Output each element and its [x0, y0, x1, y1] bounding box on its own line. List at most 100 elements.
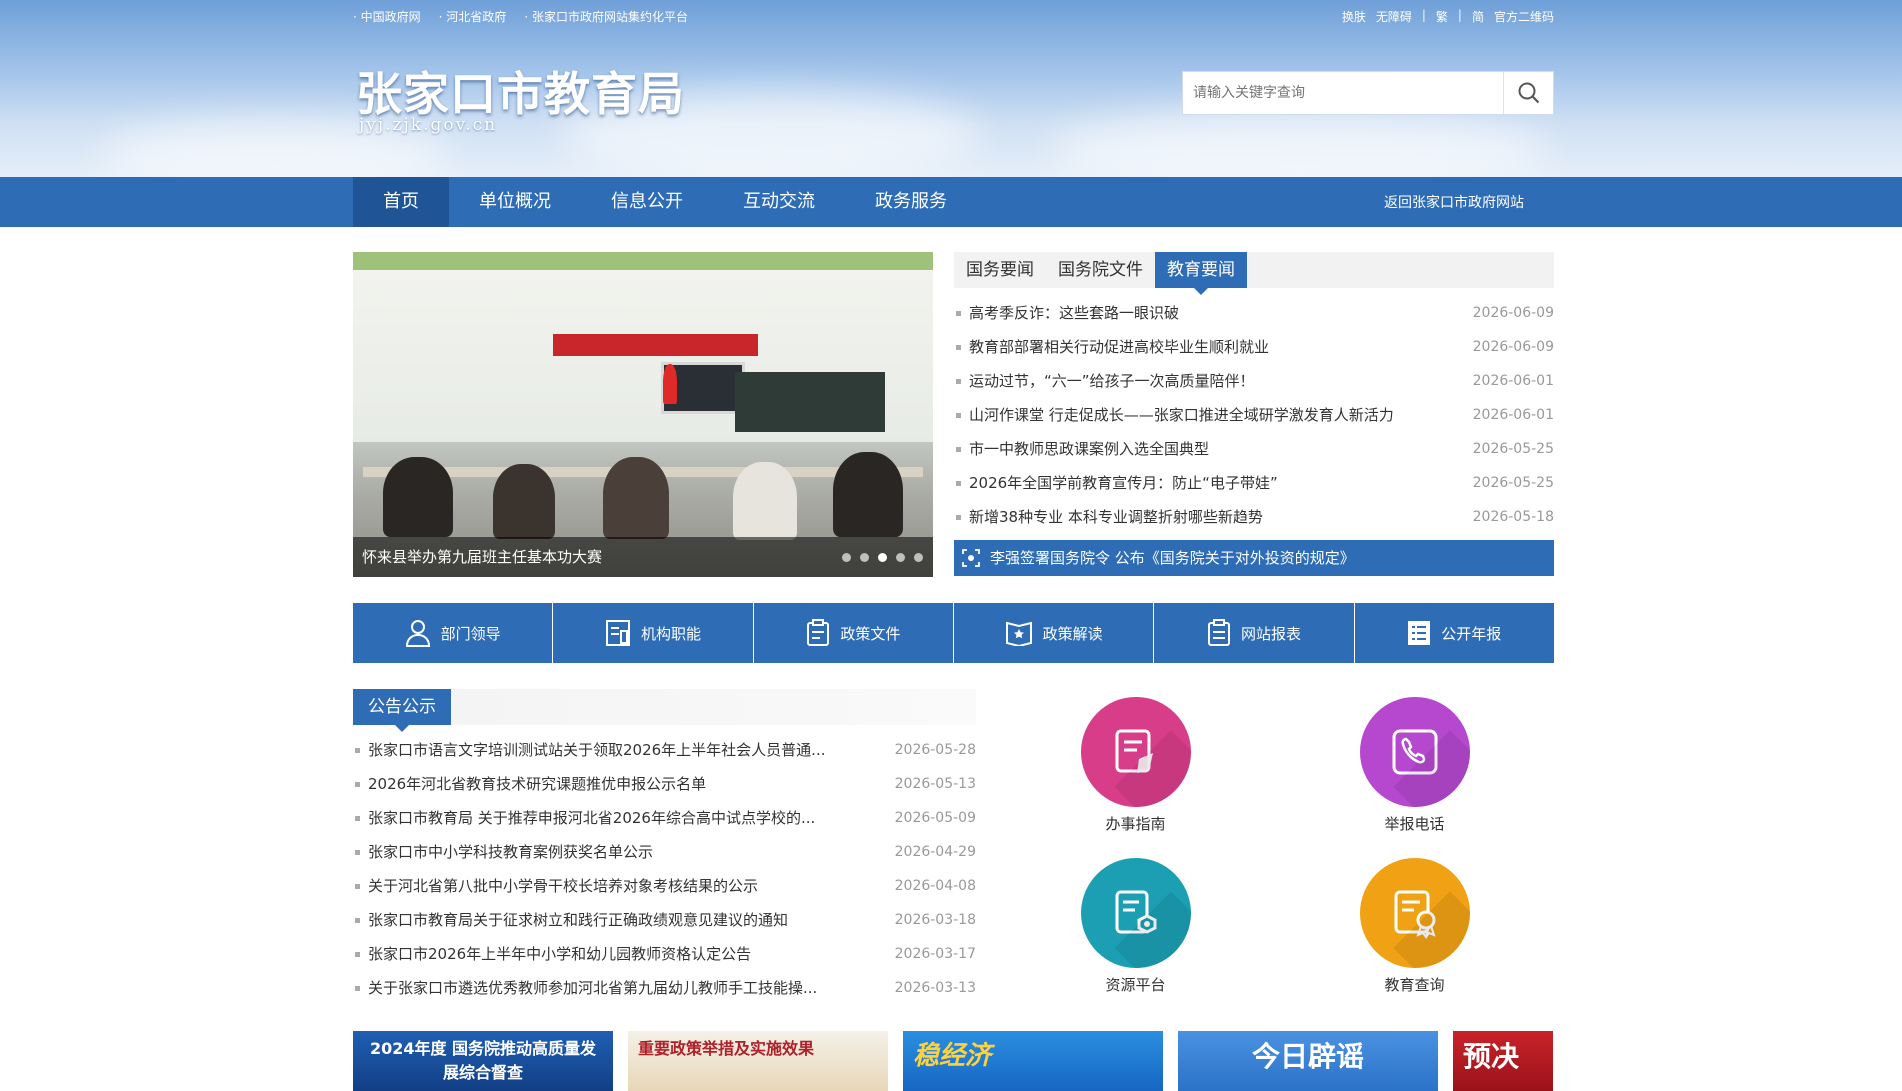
list-item[interactable]: 关于河北省第八批中小学骨干校长培养对象考核结果的公示 2026-04-08: [353, 869, 976, 903]
service-edu-query[interactable]: 教育查询: [1275, 858, 1554, 1005]
list-item[interactable]: 2026年河北省教育技术研究课题推优申报公示名单 2026-05-13: [353, 767, 976, 801]
news-title[interactable]: 2026年全国学前教育宣传月：防止“电子带娃”: [954, 466, 1278, 500]
news-title[interactable]: 运动过节，“六一”给孩子一次高质量陪伴！: [954, 364, 1255, 398]
list-item[interactable]: 张家口市教育局关于征求树立和践行正确政绩观意见建议的通知 2026-03-18: [353, 903, 976, 937]
announce-title[interactable]: 张家口市中小学科技教育案例获奖名单公示: [353, 835, 653, 869]
query-icon[interactable]: [1359, 858, 1470, 968]
accessible-link[interactable]: 无障碍: [1376, 8, 1412, 25]
link-hebei-gov[interactable]: 河北省政府: [439, 8, 506, 25]
list-item[interactable]: 市一中教师思政课案例入选全国典型 2026-05-25: [954, 432, 1554, 466]
news-panel: 国务要闻 国务院文件 教育要闻 高考季反诈：这些套路一眼识破 2026-06-09…: [954, 252, 1554, 577]
list-item[interactable]: 张家口市教育局 关于推荐申报河北省2026年综合高中试点学校的... 2026-0…: [353, 801, 976, 835]
headline-notice[interactable]: 李强签署国务院令 公布《国务院关于对外投资的规定》: [954, 540, 1554, 576]
quick-policy-interpret[interactable]: 政策解读: [953, 603, 1154, 663]
nav-home[interactable]: 首页: [353, 177, 449, 227]
announce-date: 2026-05-28: [894, 742, 976, 758]
nav-info-open[interactable]: 信息公开: [581, 177, 713, 227]
tab-state-docs[interactable]: 国务院文件: [1046, 252, 1155, 288]
news-title[interactable]: 教育部部署相关行动促进高校毕业生顺利就业: [954, 330, 1269, 364]
quick-functions[interactable]: 机构职能: [553, 603, 753, 663]
traditional-link[interactable]: 繁: [1436, 8, 1448, 25]
news-title[interactable]: 市一中教师思政课案例入选全国典型: [954, 432, 1209, 466]
main-nav: 首页 单位概况 信息公开 互动交流 政务服务 返回张家口市政府网站: [0, 177, 1902, 227]
banner-economy[interactable]: 稳经济: [903, 1031, 1163, 1091]
list-item[interactable]: 运动过节，“六一”给孩子一次高质量陪伴！ 2026-06-01: [954, 364, 1554, 398]
slider-dot-active[interactable]: [878, 553, 887, 562]
report-icon: [1207, 619, 1230, 646]
banner-policy[interactable]: 重要政策举措及实施效果: [628, 1031, 888, 1091]
nav-overview[interactable]: 单位概况: [449, 177, 581, 227]
announce-title[interactable]: 关于张家口市遴选优秀教师参加河北省第九届幼儿教师手工技能操...: [353, 971, 817, 1005]
quick-annual-report[interactable]: 公开年报: [1354, 603, 1554, 663]
banner-rumor[interactable]: 今日辟谣: [1178, 1031, 1438, 1091]
banner-text: 重要政策举措及实施效果: [638, 1039, 815, 1058]
service-resource[interactable]: 资源平台: [996, 858, 1275, 1005]
quick-label: 网站报表: [1240, 624, 1301, 643]
slider-dot[interactable]: [914, 553, 923, 562]
photo-detail: [493, 464, 555, 539]
announce-date: 2026-05-09: [894, 810, 976, 826]
announce-title[interactable]: 张家口市2026年上半年中小学和幼儿园教师资格认定公告: [353, 937, 751, 971]
slider-dot[interactable]: [860, 553, 869, 562]
top-links: 中国政府网 河北省政府 张家口市政府网站集约化平台: [353, 8, 688, 25]
slider-dot[interactable]: [842, 553, 851, 562]
search-input[interactable]: [1183, 72, 1503, 114]
news-title[interactable]: 高考季反诈：这些套路一眼识破: [954, 296, 1179, 330]
slider-dot[interactable]: [896, 553, 905, 562]
announce-date: 2026-04-29: [894, 844, 976, 860]
announce-title[interactable]: 张家口市教育局 关于推荐申报河北省2026年综合高中试点学校的...: [353, 801, 815, 835]
list-item[interactable]: 张家口市语言文字培训测试站关于领取2026年上半年社会人员普通... 2026-0…: [353, 733, 976, 767]
service-report-phone[interactable]: 举报电话: [1275, 697, 1554, 844]
notice-text[interactable]: 李强签署国务院令 公布《国务院关于对外投资的规定》: [990, 540, 1355, 576]
announcement-title[interactable]: 公告公示: [353, 689, 451, 732]
announce-title[interactable]: 2026年河北省教育技术研究课题推优申报公示名单: [353, 767, 706, 801]
news-date: 2026-06-01: [1472, 373, 1554, 389]
list-item[interactable]: 教育部部署相关行动促进高校毕业生顺利就业 2026-06-09: [954, 330, 1554, 364]
announce-date: 2026-04-08: [894, 878, 976, 894]
search-button[interactable]: [1503, 72, 1553, 114]
separator: |: [1421, 8, 1426, 22]
link-gov-cn[interactable]: 中国政府网: [353, 8, 421, 25]
link-zjk-platform[interactable]: 张家口市政府网站集约化平台: [524, 8, 688, 25]
quick-dept-leaders[interactable]: 部门领导: [353, 603, 553, 663]
user-icon: [405, 620, 430, 647]
quick-policy-docs[interactable]: 政策文件: [753, 603, 953, 663]
service-guide[interactable]: 办事指南: [996, 697, 1275, 844]
banner-inspection[interactable]: 2024年度 国务院推动高质量发展综合督查: [353, 1031, 613, 1091]
skin-link[interactable]: 换肤: [1342, 8, 1366, 25]
list-item[interactable]: 张家口市2026年上半年中小学和幼儿园教师资格认定公告 2026-03-17: [353, 937, 976, 971]
header: 中国政府网 河北省政府 张家口市政府网站集约化平台 换肤 无障碍 | 繁 | 简…: [0, 0, 1902, 177]
list-item[interactable]: 张家口市中小学科技教育案例获奖名单公示 2026-04-29: [353, 835, 976, 869]
simplified-link[interactable]: 简: [1472, 8, 1484, 25]
phone-icon[interactable]: [1359, 697, 1470, 807]
list-icon: [1408, 621, 1431, 645]
list-item[interactable]: 高考季反诈：这些套路一眼识破 2026-06-09: [954, 296, 1554, 330]
back-to-gov-link[interactable]: 返回张家口市政府网站: [1384, 192, 1554, 212]
news-title[interactable]: 新增38种专业 本科专业调整折射哪些新趋势: [954, 500, 1263, 534]
document-icon: [807, 619, 830, 646]
announce-title[interactable]: 张家口市教育局关于征求树立和践行正确政绩观意见建议的通知: [353, 903, 788, 937]
tab-edu-news[interactable]: 教育要闻: [1155, 252, 1247, 295]
list-item[interactable]: 2026年全国学前教育宣传月：防止“电子带娃” 2026-05-25: [954, 466, 1554, 500]
nav-interaction[interactable]: 互动交流: [713, 177, 845, 227]
image-slider[interactable]: 怀来县举办第九届班主任基本功大赛: [353, 252, 933, 577]
photo-detail: [833, 452, 903, 537]
list-item[interactable]: 新增38种专业 本科专业调整折射哪些新趋势 2026-05-18: [954, 500, 1554, 534]
slider-dots: [842, 553, 923, 562]
qrcode-link[interactable]: 官方二维码: [1494, 8, 1554, 25]
news-title[interactable]: 山河作课堂 行走促成长——张家口推进全域研学激发育人新活力: [954, 398, 1394, 432]
resource-icon[interactable]: [1080, 858, 1191, 968]
tab-state-news[interactable]: 国务要闻: [954, 252, 1046, 288]
list-item[interactable]: 山河作课堂 行走促成长——张家口推进全域研学激发育人新活力 2026-06-01: [954, 398, 1554, 432]
announce-title[interactable]: 张家口市语言文字培训测试站关于领取2026年上半年社会人员普通...: [353, 733, 825, 767]
announce-title[interactable]: 关于河北省第八批中小学骨干校长培养对象考核结果的公示: [353, 869, 758, 903]
book-star-icon: [1005, 621, 1032, 646]
quick-site-report[interactable]: 网站报表: [1154, 603, 1354, 663]
quick-label: 公开年报: [1441, 624, 1502, 643]
guide-icon[interactable]: [1080, 697, 1191, 807]
nav-services[interactable]: 政务服务: [845, 177, 977, 227]
search-box: [1182, 71, 1554, 115]
quick-label: 机构职能: [640, 624, 701, 643]
banner-budget[interactable]: 预决: [1453, 1031, 1553, 1091]
list-item[interactable]: 关于张家口市遴选优秀教师参加河北省第九届幼儿教师手工技能操... 2026-03-…: [353, 971, 976, 1005]
